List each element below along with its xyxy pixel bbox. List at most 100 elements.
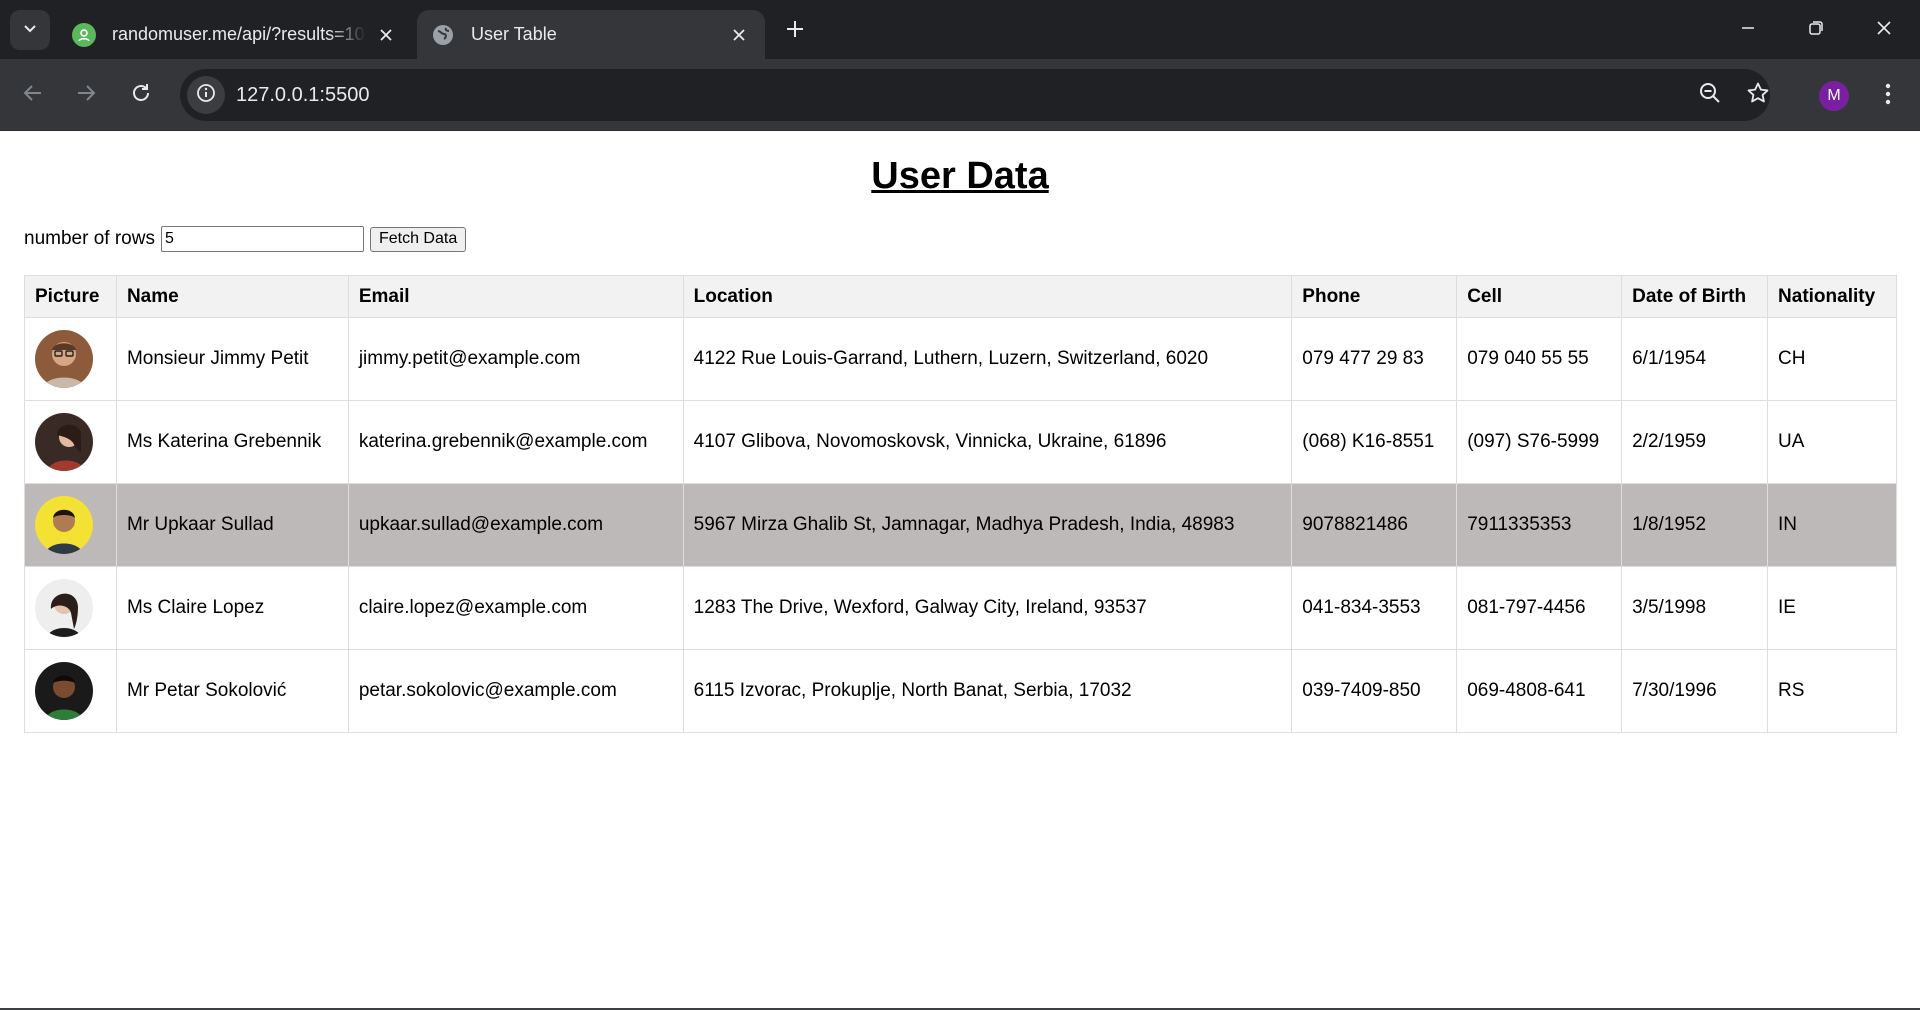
phone-cell: (068) K16-8551: [1291, 400, 1458, 484]
name-cell: Ms Claire Lopez: [115, 566, 349, 650]
tab-user-table[interactable]: User Table: [417, 10, 765, 59]
dob-cell: 6/1/1954: [1621, 317, 1769, 401]
email-cell: upkaar.sullad@example.com: [347, 483, 684, 567]
location-cell: 6115 Izvorac, Prokuplje, North Banat, Se…: [682, 649, 1293, 733]
table-row-highlighted[interactable]: Mr Upkaar Sullad upkaar.sullad@example.c…: [24, 483, 1897, 567]
minimize-icon: [1740, 20, 1756, 41]
info-icon: [196, 83, 216, 108]
zoom-out-icon: [1698, 81, 1722, 110]
name-cell: Monsieur Jimmy Petit: [115, 317, 349, 401]
minimize-button[interactable]: [1726, 10, 1770, 50]
close-tab-icon[interactable]: [374, 23, 398, 47]
header-dob: Date of Birth: [1621, 275, 1769, 318]
browser-menu-button[interactable]: [1870, 77, 1906, 115]
nationality-cell: RS: [1767, 649, 1897, 733]
zoom-button[interactable]: [1692, 77, 1728, 113]
new-tab-button[interactable]: [778, 14, 812, 48]
avatar: [35, 662, 93, 720]
dob-cell: 1/8/1952: [1621, 483, 1769, 567]
table-row[interactable]: Mr Petar Sokolović petar.sokolovic@examp…: [24, 649, 1897, 733]
picture-cell: [24, 483, 117, 567]
name-cell: Mr Petar Sokolović: [115, 649, 349, 733]
name-cell: Ms Katerina Grebennik: [115, 400, 349, 484]
picture-cell: [24, 649, 117, 733]
cell-phone-cell: 081-797-4456: [1456, 566, 1623, 650]
profile-avatar-button[interactable]: M: [1819, 81, 1849, 111]
email-cell: jimmy.petit@example.com: [347, 317, 684, 401]
tab-title: randomuser.me/api/?results=10: [112, 24, 365, 44]
phone-cell: 039-7409-850: [1291, 649, 1458, 733]
tab-search-button[interactable]: [10, 10, 50, 50]
email-cell: claire.lopez@example.com: [347, 566, 684, 650]
close-tab-icon[interactable]: [727, 23, 751, 47]
avatar: [35, 496, 93, 554]
header-location: Location: [682, 275, 1293, 318]
address-bar[interactable]: 127.0.0.1:5500: [180, 69, 1770, 121]
bookmark-button[interactable]: [1740, 77, 1776, 113]
arrow-right-icon: [75, 82, 97, 109]
email-cell: katerina.grebennik@example.com: [347, 400, 684, 484]
dob-cell: 2/2/1959: [1621, 400, 1769, 484]
dob-cell: 7/30/1996: [1621, 649, 1769, 733]
site-info-button[interactable]: [187, 76, 225, 114]
reload-icon: [130, 82, 152, 109]
restore-icon: [1808, 20, 1824, 41]
cell-phone-cell: (097) S76-5999: [1456, 400, 1623, 484]
close-window-button[interactable]: [1862, 10, 1906, 50]
tab-strip: randomuser.me/api/?results=10 User Table: [0, 0, 1920, 59]
picture-cell: [24, 566, 117, 650]
url-text[interactable]: 127.0.0.1:5500: [236, 69, 369, 121]
rows-input[interactable]: [160, 226, 364, 252]
forward-button[interactable]: [66, 75, 106, 115]
close-icon: [1876, 20, 1892, 41]
table-row[interactable]: Ms Claire Lopez claire.lopez@example.com…: [24, 566, 1897, 650]
avatar: [35, 330, 93, 388]
phone-cell: 9078821486: [1291, 483, 1458, 567]
chevron-down-icon: [22, 20, 38, 41]
back-button[interactable]: [13, 75, 53, 115]
randomuser-favicon-icon: [72, 22, 96, 47]
star-icon: [1746, 81, 1770, 110]
arrow-left-icon: [22, 82, 44, 109]
rows-label: number of rows: [24, 228, 155, 249]
header-phone: Phone: [1291, 275, 1458, 318]
browser-toolbar: 127.0.0.1:5500 M: [0, 59, 1920, 131]
tab-title: User Table: [471, 24, 557, 44]
nationality-cell: UA: [1767, 400, 1897, 484]
cell-phone-cell: 069-4808-641: [1456, 649, 1623, 733]
header-email: Email: [347, 275, 684, 318]
cell-phone-cell: 079 040 55 55: [1456, 317, 1623, 401]
name-cell: Mr Upkaar Sullad: [115, 483, 349, 567]
tab-randomuser-api[interactable]: randomuser.me/api/?results=10: [58, 10, 412, 59]
page-title: User Data: [871, 155, 1049, 197]
page-content: User Data number of rows Fetch Data Pict…: [0, 131, 1920, 1008]
phone-cell: 041-834-3553: [1291, 566, 1458, 650]
nationality-cell: IE: [1767, 566, 1897, 650]
restore-button[interactable]: [1794, 10, 1838, 50]
picture-cell: [24, 317, 117, 401]
fetch-data-button[interactable]: Fetch Data: [369, 226, 467, 252]
globe-icon: [431, 23, 455, 47]
profile-initial: M: [1827, 87, 1841, 104]
location-cell: 4122 Rue Louis-Garrand, Luthern, Luzern,…: [682, 317, 1293, 401]
header-nationality: Nationality: [1767, 275, 1897, 318]
more-vert-icon: [1885, 83, 1891, 110]
table-header-row: Picture Name Email Location Phone Cell D…: [24, 275, 1897, 318]
header-picture: Picture: [24, 275, 117, 318]
header-cell: Cell: [1456, 275, 1623, 318]
location-cell: 5967 Mirza Ghalib St, Jamnagar, Madhya P…: [682, 483, 1293, 567]
avatar: [35, 413, 93, 471]
cell-phone-cell: 7911335353: [1456, 483, 1623, 567]
header-name: Name: [115, 275, 349, 318]
table-row[interactable]: Ms Katerina Grebennik katerina.grebennik…: [24, 400, 1897, 484]
picture-cell: [24, 400, 117, 484]
plus-icon: [786, 20, 804, 43]
table-row[interactable]: Monsieur Jimmy Petit jimmy.petit@example…: [24, 317, 1897, 401]
phone-cell: 079 477 29 83: [1291, 317, 1458, 401]
location-cell: 1283 The Drive, Wexford, Galway City, Ir…: [682, 566, 1293, 650]
reload-button[interactable]: [121, 75, 161, 115]
user-table: Picture Name Email Location Phone Cell D…: [24, 275, 1897, 733]
avatar: [35, 579, 93, 637]
dob-cell: 3/5/1998: [1621, 566, 1769, 650]
fetch-controls: number of rows Fetch Data: [24, 226, 467, 252]
